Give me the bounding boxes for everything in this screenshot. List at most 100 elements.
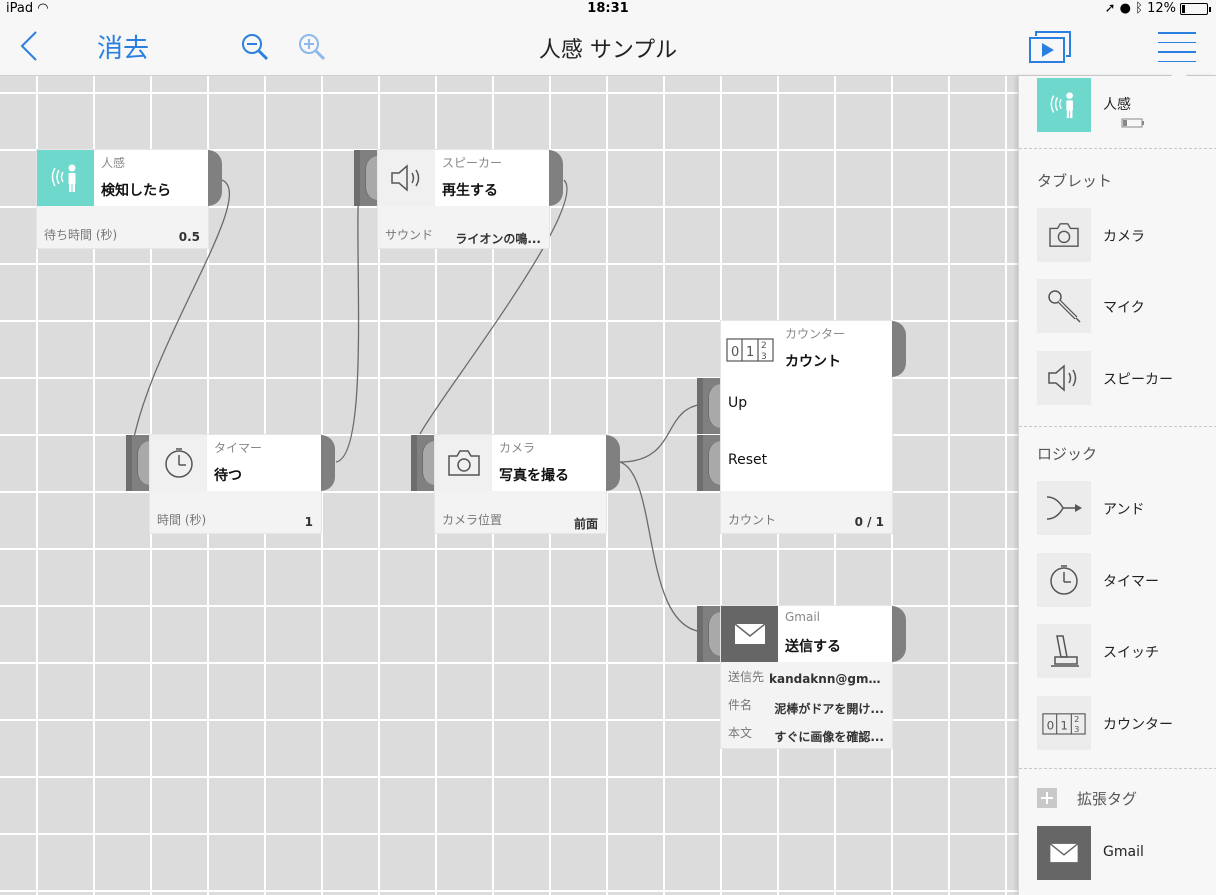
- palette-item-label: カウンター: [1103, 717, 1173, 733]
- timer-icon: [150, 435, 207, 491]
- palette-item-label: 人感: [1103, 97, 1131, 113]
- status-bar: iPad ◠ 18:31 ➚ ● ᛒ 12%: [0, 0, 1216, 18]
- input-port-counter-up[interactable]: [697, 378, 721, 434]
- clear-button[interactable]: 消去: [97, 28, 149, 65]
- wire-camera-gmail: [619, 461, 707, 633]
- slideshow-play-icon[interactable]: [1028, 30, 1074, 66]
- block-category: タイマー: [214, 441, 263, 455]
- app-root: iPad ◠ 18:31 ➚ ● ᛒ 12% 消去 人感 サンプル 人感 検知し…: [0, 0, 1216, 895]
- block-category: 人感: [101, 156, 126, 170]
- param-label-body: 本文: [728, 726, 753, 740]
- counter-icon: 0 1 2 3: [1037, 696, 1091, 750]
- palette-item-timer[interactable]: タイマー: [1037, 553, 1212, 607]
- input-port-camera[interactable]: [411, 435, 435, 491]
- svg-text:1: 1: [746, 345, 754, 360]
- wire-timer-speaker: [335, 179, 361, 463]
- param-label: 待ち時間 (秒): [44, 228, 118, 242]
- palette-item-motion-tag[interactable]: 人感: [1037, 78, 1212, 132]
- section-logic: ロジック: [1037, 445, 1098, 463]
- palette-item-counter[interactable]: 0 1 2 3 カウンター: [1037, 696, 1212, 750]
- param-label: 時間 (秒): [157, 513, 207, 527]
- param-value-to[interactable]: kandaknn@gma...: [769, 672, 884, 686]
- palette-item-label: スイッチ: [1103, 645, 1159, 661]
- input-label-reset: Reset: [728, 452, 768, 468]
- svg-text:2: 2: [1074, 714, 1079, 724]
- status-icons: ➚ ● ᛒ 12%: [1105, 1, 1176, 16]
- palette-item-camera[interactable]: カメラ: [1037, 208, 1212, 262]
- param-value[interactable]: 1: [305, 515, 313, 529]
- param-value[interactable]: 前面: [574, 515, 598, 532]
- zoom-in-icon[interactable]: [297, 32, 327, 62]
- and-merge-icon: [1037, 481, 1091, 535]
- input-port-speaker[interactable]: [354, 150, 378, 206]
- output-port-speaker[interactable]: [549, 150, 563, 206]
- param-label-subject: 件名: [728, 698, 753, 712]
- battery-icon: [1180, 3, 1211, 15]
- speaker-icon: [378, 150, 435, 206]
- microphone-icon: [1037, 279, 1091, 333]
- svg-text:2: 2: [761, 341, 767, 351]
- block-action: カウント: [785, 354, 841, 370]
- block-timer-wait[interactable]: タイマー 待つ 時間 (秒) 1: [150, 435, 321, 533]
- palette-item-gmail[interactable]: Gmail: [1037, 826, 1212, 880]
- block-palette-panel: 人感 タブレット カメラ マイク スピーカー ロジック アンド タイマー スイッ…: [1018, 68, 1216, 895]
- speaker-icon: [1037, 351, 1091, 405]
- camera-icon: [1037, 208, 1091, 262]
- nav-bar: 消去 人感 サンプル: [0, 18, 1216, 76]
- param-value[interactable]: 0 / 1: [855, 515, 884, 529]
- palette-item-label: マイク: [1103, 300, 1145, 316]
- block-camera-shoot[interactable]: カメラ 写真を撮る カメラ位置 前面: [435, 435, 606, 533]
- param-value-subject[interactable]: 泥棒がドアを開け...: [774, 700, 884, 717]
- param-label: カウント: [728, 513, 777, 527]
- block-action: 待つ: [214, 468, 242, 484]
- camera-icon: [435, 435, 492, 491]
- palette-item-speaker[interactable]: スピーカー: [1037, 351, 1212, 405]
- status-time: 18:31: [587, 1, 629, 16]
- palette-item-label: アンド: [1103, 502, 1145, 518]
- program-canvas[interactable]: 人感 検知したら 待ち時間 (秒) 0.5 スピーカー 再生する サウンド ライ…: [0, 76, 1018, 895]
- input-label-up: Up: [728, 395, 748, 411]
- block-motion-detect[interactable]: 人感 検知したら 待ち時間 (秒) 0.5: [37, 150, 208, 248]
- input-port-gmail[interactable]: [697, 606, 721, 662]
- param-value[interactable]: 0.5: [179, 230, 200, 244]
- tag-battery-icon: [1121, 118, 1144, 128]
- output-port-counter[interactable]: [892, 321, 906, 377]
- svg-text:3: 3: [1074, 724, 1079, 734]
- input-port-timer[interactable]: [126, 435, 150, 491]
- output-port-gmail[interactable]: [892, 606, 906, 662]
- counter-icon: 0 1 2 3: [721, 321, 778, 377]
- wire-camera-counter: [619, 403, 707, 463]
- palette-item-label: Gmail: [1103, 844, 1144, 860]
- svg-text:0: 0: [1047, 718, 1055, 732]
- block-category: スピーカー: [442, 156, 503, 170]
- battery-percent: 12%: [1147, 1, 1176, 16]
- palette-item-label: カメラ: [1103, 229, 1145, 245]
- param-value[interactable]: ライオンの鳴...: [455, 230, 541, 247]
- alarm-icon: ●: [1119, 1, 1131, 16]
- output-port-camera[interactable]: [606, 435, 620, 491]
- menu-icon[interactable]: [1158, 32, 1196, 64]
- output-port-motion[interactable]: [208, 150, 222, 206]
- block-category: カウンター: [785, 327, 846, 341]
- input-port-counter-reset[interactable]: [697, 435, 721, 491]
- palette-item-and[interactable]: アンド: [1037, 481, 1212, 535]
- mail-icon: [1037, 826, 1091, 880]
- param-value-body[interactable]: すぐに画像を確認...: [774, 728, 884, 745]
- block-gmail-send[interactable]: Gmail 送信する 送信先 kandaknn@gma... 件名 泥棒がドアを…: [721, 606, 892, 748]
- output-port-timer[interactable]: [321, 435, 335, 491]
- mail-icon: [721, 606, 778, 662]
- param-label: カメラ位置: [442, 513, 503, 527]
- back-chevron-icon[interactable]: [14, 26, 44, 66]
- switch-lever-icon: [1037, 624, 1091, 678]
- block-speaker-play[interactable]: スピーカー 再生する サウンド ライオンの鳴...: [378, 150, 549, 248]
- block-counter-count[interactable]: 0 1 2 3 カウンター カウント Up Reset カウント 0 / 1: [721, 321, 892, 533]
- zoom-out-icon[interactable]: [240, 32, 270, 62]
- section-extension-tags: 拡張タグ: [1077, 790, 1138, 808]
- location-icon: ➚: [1104, 1, 1116, 16]
- palette-item-mic[interactable]: マイク: [1037, 279, 1212, 333]
- add-extension-plus-icon[interactable]: [1037, 788, 1057, 808]
- motion-sensor-icon: [37, 150, 94, 206]
- svg-text:1: 1: [1060, 718, 1068, 732]
- block-action: 写真を撮る: [499, 468, 569, 484]
- palette-item-switch[interactable]: スイッチ: [1037, 624, 1212, 678]
